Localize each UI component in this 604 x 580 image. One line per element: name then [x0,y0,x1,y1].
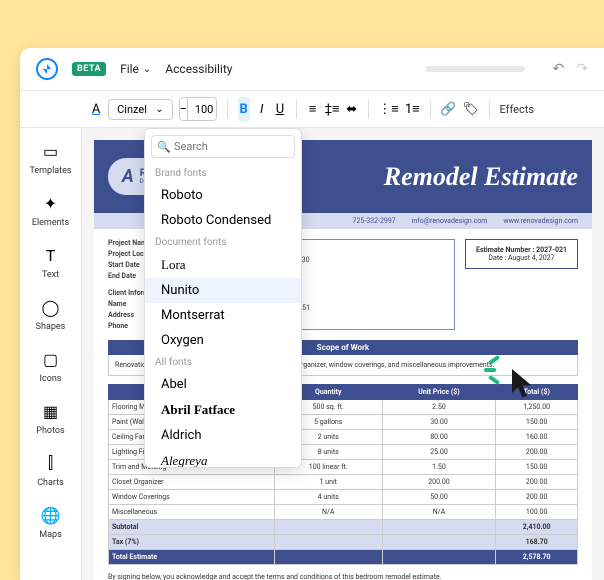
redo-button[interactable]: ↷ [576,61,588,77]
table-row: Closet Organizer1 unit200.00200.00 [109,475,578,490]
charts-icon: ⫿ [40,452,62,474]
font-section-header: Document fonts [145,233,301,252]
canvas[interactable]: A RENOVADESIGN Remodel Estimate 725-332-… [82,128,604,580]
maps-icon: 🌐 [40,504,62,526]
font-option[interactable]: Nunito [145,278,301,303]
app-logo-icon[interactable] [36,58,58,80]
topbar: BETA File⌄ Accessibility ↶ ↷ [20,48,604,91]
text-icon: T [40,244,62,266]
sidebar-item-maps[interactable]: 🌐Maps [20,496,81,548]
sidebar-item-photos[interactable]: ▦Photos [20,392,81,444]
cursor-overlay [506,366,542,406]
table-row: Window Coverings4 units50.00200.00 [109,490,578,505]
main: ▭Templates✦ElementsTText◯Shapes▢Icons▦Ph… [20,128,604,580]
font-option[interactable]: Aldrich [145,423,301,448]
font-dropdown: 🔍 Brand fontsRobotoRoboto CondensedDocum… [144,128,302,468]
font-section-header: All fonts [145,353,301,372]
sidebar-item-charts[interactable]: ⫿Charts [20,444,81,496]
chevron-down-icon: ⌄ [143,64,151,75]
undo-button[interactable]: ↶ [553,61,565,77]
search-icon: 🔍 [157,140,171,153]
letter-spacing-button[interactable]: ⬌ [346,97,358,121]
estimate-number-box: Estimate Number : 2027-021 Date : August… [465,239,578,269]
font-size-input[interactable] [188,98,217,120]
accessibility-menu[interactable]: Accessibility [165,62,232,76]
line-height-button[interactable]: ‡≡ [325,97,340,121]
templates-icon: ▭ [40,140,62,162]
font-option[interactable]: Roboto [145,183,301,208]
link-button[interactable]: 🔗 [440,97,456,121]
table-row: MiscellaneousN/AN/A100.00 [109,505,578,520]
sidebar-item-icons[interactable]: ▢Icons [20,340,81,392]
file-menu[interactable]: File⌄ [120,62,151,76]
doc-title: Remodel Estimate [384,162,578,192]
font-size-group: − + [179,97,217,121]
tag-button[interactable]: 🏷 [462,97,479,121]
cursor-icon [506,366,542,402]
sidebar: ▭Templates✦ElementsTText◯Shapes▢Icons▦Ph… [20,128,82,580]
brand-logo-icon: A [122,166,134,187]
shapes-icon: ◯ [40,296,62,318]
font-option[interactable]: Abel [145,372,301,397]
align-button[interactable]: ≡ [306,97,318,121]
font-section-header: Brand fonts [145,164,301,183]
number-list-button[interactable]: 1≡ [405,97,420,121]
font-search-input[interactable] [151,135,295,158]
font-option[interactable]: Montserrat [145,303,301,328]
decrease-size-button[interactable]: − [180,98,188,120]
font-option[interactable]: Abril Fatface [145,397,301,423]
font-option[interactable]: Lora [145,252,301,278]
bullet-list-button[interactable]: ⋮≡ [378,97,399,121]
effects-button[interactable]: Effects [499,103,534,116]
photos-icon: ▦ [40,400,62,422]
font-select[interactable]: Cinzel⌄ [108,99,173,120]
sidebar-item-text[interactable]: TText [20,236,81,288]
sidebar-item-templates[interactable]: ▭Templates [20,132,81,184]
app-window: BETA File⌄ Accessibility ↶ ↷ A Cinzel⌄ −… [20,48,604,580]
beta-badge: BETA [72,62,106,76]
font-option[interactable]: Alegreya [145,448,301,468]
sidebar-item-elements[interactable]: ✦Elements [20,184,81,236]
icons-icon: ▢ [40,348,62,370]
bold-button[interactable]: B [238,97,250,121]
elements-icon: ✦ [40,192,62,214]
toolbar: A Cinzel⌄ − + B I U ≡ ‡≡ ⬌ ⋮≡ 1≡ 🔗 🏷 Eff… [20,91,604,128]
font-option[interactable]: Oxygen [145,328,301,353]
italic-button[interactable]: I [256,97,268,121]
chevron-down-icon: ⌄ [155,104,163,115]
signing-text: By signing below, you acknowledge and ac… [94,565,592,580]
sidebar-item-shapes[interactable]: ◯Shapes [20,288,81,340]
progress-bar [425,66,525,72]
font-option[interactable]: Roboto Condensed [145,208,301,233]
text-color-button[interactable]: A [90,97,102,121]
underline-button[interactable]: U [274,97,286,121]
